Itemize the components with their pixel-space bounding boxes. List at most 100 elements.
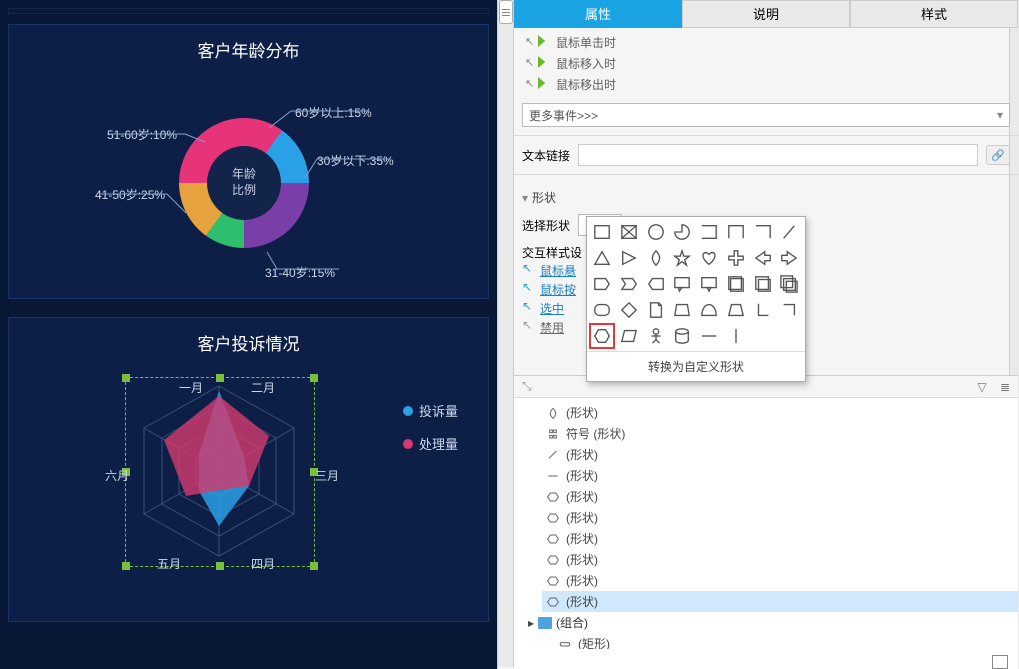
slice-label-31-40: 31-40岁:15%: [265, 264, 335, 281]
axis-jun: 六月: [105, 467, 129, 484]
shape-hexagon-selected[interactable]: [589, 323, 615, 349]
shape-circle[interactable]: [643, 219, 669, 245]
shape-callout-point[interactable]: [696, 271, 722, 297]
tree-node-shape[interactable]: (形状): [542, 465, 1018, 486]
tree-node-symbol[interactable]: 符号 (形状): [542, 423, 1018, 444]
shape-corner[interactable]: [776, 297, 802, 323]
cursor-icon: ↖: [522, 318, 536, 332]
shape-rect[interactable]: [589, 219, 615, 245]
shape-diamond[interactable]: [616, 297, 642, 323]
event-mouseleave[interactable]: ↖鼠标移出时: [522, 74, 1010, 95]
tab-style[interactable]: 样式: [850, 0, 1018, 28]
shape-drop[interactable]: [643, 245, 669, 271]
shape-l[interactable]: [750, 297, 776, 323]
splitter-grip-icon[interactable]: [499, 0, 513, 24]
donut-center-text: 年龄 比例: [232, 167, 256, 198]
shape-stack[interactable]: [776, 271, 802, 297]
shape-file[interactable]: [643, 297, 669, 323]
shape-halfrect3[interactable]: [750, 219, 776, 245]
tree-node-shape-selected[interactable]: (形状): [542, 591, 1018, 612]
shape-halfrect2[interactable]: [723, 219, 749, 245]
cursor-icon: ↖: [525, 35, 534, 48]
tree-node-shape[interactable]: (形状): [542, 507, 1018, 528]
shape-plus[interactable]: [723, 245, 749, 271]
inspector-body: ↖鼠标单击时 ↖鼠标移入时 ↖鼠标移出时 更多事件>>> ▾ 文本链接 🔗 形状…: [514, 28, 1018, 345]
sort-icon[interactable]: ≣: [1000, 380, 1010, 394]
shape-image[interactable]: [616, 219, 642, 245]
shape-cylinder[interactable]: [669, 323, 695, 349]
shape-trapezoid2[interactable]: [669, 297, 695, 323]
link-button[interactable]: 🔗: [986, 145, 1010, 165]
axis-mar: 三月: [315, 467, 339, 484]
outline-tree[interactable]: (形状) 符号 (形状) (形状) (形状) (形状) (形状) (形状) (形…: [514, 398, 1018, 649]
splitter-strip[interactable]: [498, 0, 514, 667]
shape-hline[interactable]: [696, 323, 722, 349]
shape-slash[interactable]: [776, 219, 802, 245]
axis-jan: 一月: [179, 379, 203, 396]
tree-node-rect[interactable]: (矩形): [554, 633, 1018, 649]
folder-icon: [538, 617, 552, 629]
shape-heart[interactable]: [696, 245, 722, 271]
shape-pentagon[interactable]: [589, 271, 615, 297]
shape-trapezoid[interactable]: [723, 297, 749, 323]
tree-node-shape[interactable]: (形状): [542, 549, 1018, 570]
shape-vline[interactable]: [723, 323, 749, 349]
text-link-input[interactable]: [578, 144, 978, 166]
tab-notes[interactable]: 说明: [682, 0, 850, 28]
slice-label-under30: 30岁以下:35%: [317, 152, 394, 169]
shape-blank1: [750, 323, 776, 349]
shape-note2[interactable]: [750, 271, 776, 297]
tree-node-shape[interactable]: (形状): [542, 528, 1018, 549]
shape-pie[interactable]: [669, 219, 695, 245]
more-events-dropdown[interactable]: 更多事件>>> ▾: [522, 103, 1010, 127]
panel-resize-handle[interactable]: [992, 655, 1008, 669]
axis-feb: 二月: [251, 379, 275, 396]
axis-apr: 四月: [251, 555, 275, 572]
radar-title: 客户投诉情况: [9, 318, 488, 361]
shape-halfcircle[interactable]: [696, 297, 722, 323]
event-click[interactable]: ↖鼠标单击时: [522, 32, 1010, 53]
slice-label-41-50: 41-50岁:25%: [95, 186, 165, 203]
donut-card: 客户年龄分布 年龄 比例 60岁以上:15% 30岁以下:35% 31-40岁:…: [8, 24, 489, 299]
shape-roundrect[interactable]: [589, 297, 615, 323]
shape-tag[interactable]: [643, 271, 669, 297]
tree-node-shape[interactable]: (形状): [542, 402, 1018, 423]
shape-actor[interactable]: [643, 323, 669, 349]
tree-node-shape[interactable]: (形状): [542, 570, 1018, 591]
tree-node-shape[interactable]: (形状): [542, 486, 1018, 507]
shape-chevron[interactable]: [616, 271, 642, 297]
shape-arrow-left[interactable]: [750, 245, 776, 271]
radar-svg: [114, 366, 324, 576]
shape-triangle-right[interactable]: [616, 245, 642, 271]
shape-callout-rect[interactable]: [669, 271, 695, 297]
tree-node-shape[interactable]: (形状): [542, 444, 1018, 465]
radar-area[interactable]: 一月 二月 三月 四月 五月 六月 投诉量 处理量: [9, 361, 488, 621]
cursor-icon: ↖: [525, 56, 534, 69]
outline-panel: ⤡ ▽ ≣ (形状) 符号 (形状) (形状) (形状) (形状) (形状) (…: [514, 375, 1018, 669]
shape-parallelogram[interactable]: [616, 323, 642, 349]
outline-collapse-icon[interactable]: ⤡: [522, 379, 532, 394]
event-mouseenter[interactable]: ↖鼠标移入时: [522, 53, 1010, 74]
text-link-label: 文本链接: [522, 147, 570, 164]
tree-node-group[interactable]: ▸(组合): [524, 612, 1018, 633]
donut-center-label: 年龄 比例: [207, 146, 281, 220]
radar-legend: 投诉量 处理量: [403, 401, 458, 453]
shape-arrow-right[interactable]: [776, 245, 802, 271]
shape-triangle[interactable]: [589, 245, 615, 271]
shape-halfrect1[interactable]: [696, 219, 722, 245]
decor-strip: [8, 8, 489, 14]
chevron-down-icon: ▾: [997, 108, 1003, 122]
inspector-tabs: 属性 说明 样式: [514, 0, 1018, 28]
shape-section-header[interactable]: 形状: [522, 183, 1010, 212]
convert-custom-shape[interactable]: 转换为自定义形状: [587, 351, 805, 381]
select-shape-label: 选择形状: [522, 217, 570, 234]
cursor-icon: ↖: [525, 77, 534, 90]
cursor-icon: ↖: [522, 261, 536, 275]
dashboard-canvas: 客户年龄分布 年龄 比例 60岁以上:15% 30岁以下:35% 31-40岁:…: [0, 0, 497, 669]
legend-item-complaints: 投诉量: [403, 401, 458, 420]
filter-icon[interactable]: ▽: [977, 380, 986, 394]
shape-blank2: [776, 323, 802, 349]
shape-star[interactable]: [669, 245, 695, 271]
shape-note1[interactable]: [723, 271, 749, 297]
tab-properties[interactable]: 属性: [514, 0, 682, 28]
